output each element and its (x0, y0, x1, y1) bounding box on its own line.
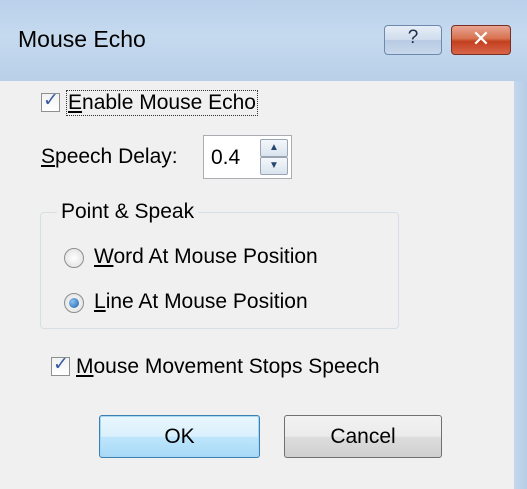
enable-mouse-echo-label[interactable]: Enable Mouse Echo (66, 90, 258, 116)
word-at-mouse-label[interactable]: Word At Mouse Position (94, 245, 318, 269)
close-button[interactable]: ✕ (451, 25, 511, 55)
mouse-echo-dialog: Mouse Echo ? ✕ ✓ Enable Mouse Echo Speec… (0, 0, 527, 489)
checkmark-icon: ✓ (53, 354, 69, 375)
word-at-mouse-radio[interactable] (64, 248, 84, 268)
window-frame-right (514, 81, 527, 489)
spin-down-button[interactable]: ▼ (260, 157, 288, 175)
title-bar[interactable]: Mouse Echo ? ✕ (0, 0, 527, 81)
mouse-movement-stops-speech-checkbox[interactable]: ✓ (51, 354, 70, 376)
checkmark-icon: ✓ (43, 90, 59, 111)
help-button[interactable]: ? (384, 25, 442, 55)
arrow-up-icon: ▲ (269, 142, 279, 153)
spin-up-button[interactable]: ▲ (260, 139, 288, 157)
cancel-button[interactable]: Cancel (284, 415, 442, 458)
enable-mouse-echo-checkbox[interactable]: ✓ (41, 90, 60, 112)
arrow-down-icon: ▼ (269, 160, 279, 171)
line-at-mouse-radio[interactable] (64, 293, 84, 313)
radio-selected-dot (69, 298, 79, 308)
line-at-mouse-label[interactable]: Line At Mouse Position (94, 290, 308, 314)
close-icon: ✕ (471, 26, 491, 51)
window-title: Mouse Echo (18, 26, 146, 52)
point-and-speak-title: Point & Speak (57, 200, 199, 224)
mouse-movement-stops-speech-label[interactable]: Mouse Movement Stops Speech (76, 355, 380, 379)
speech-delay-spinner[interactable]: 0.4 ▲ ▼ (203, 135, 292, 179)
speech-delay-value[interactable]: 0.4 (211, 146, 240, 170)
ok-button[interactable]: OK (99, 415, 260, 458)
question-mark-icon: ? (407, 27, 419, 48)
speech-delay-label: Speech Delay: (41, 145, 178, 168)
